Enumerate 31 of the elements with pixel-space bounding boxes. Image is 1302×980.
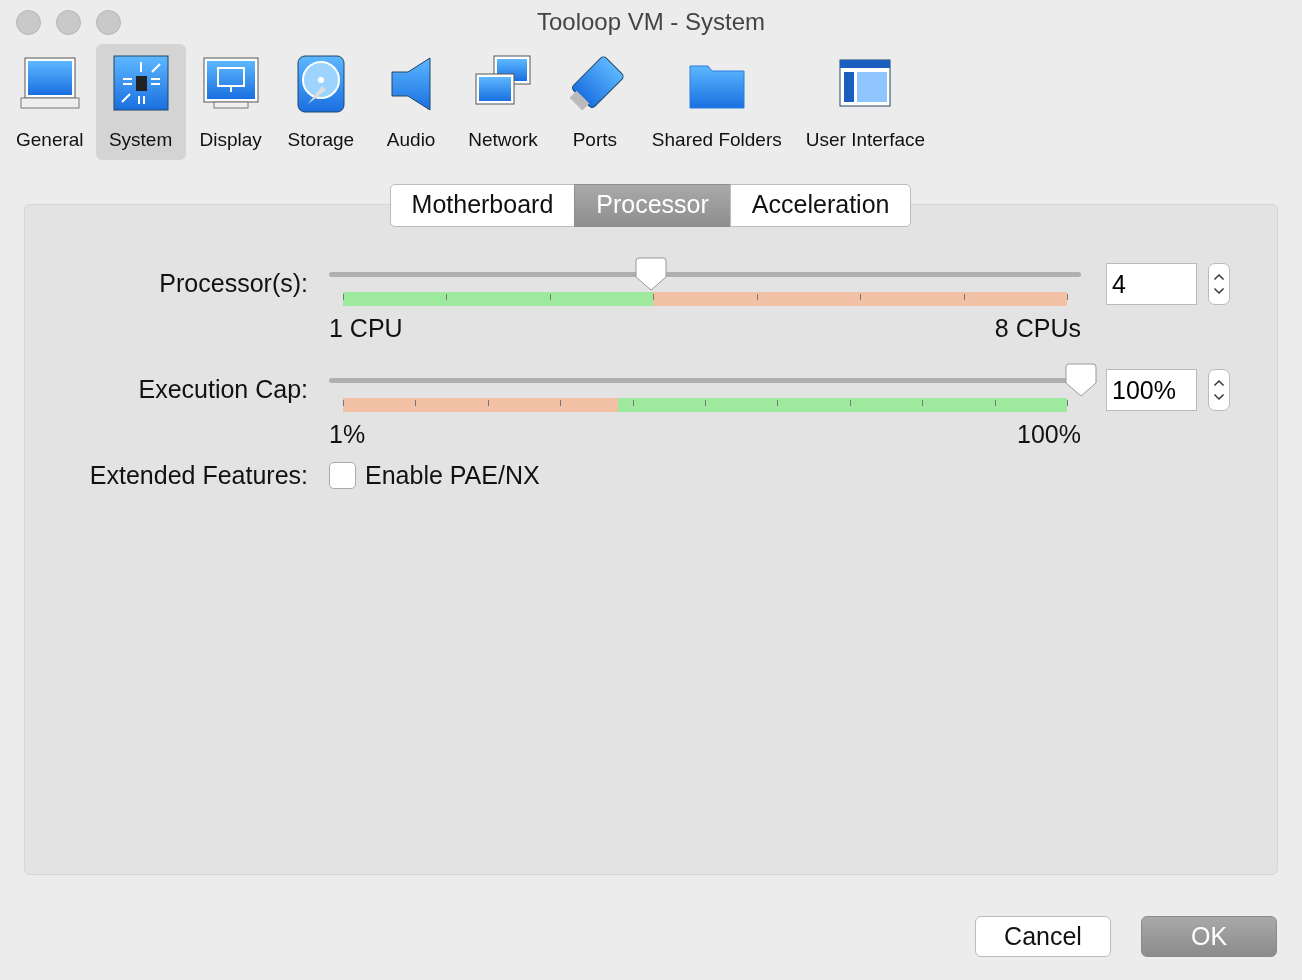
slider-thumb[interactable] xyxy=(635,257,668,291)
tab[interactable]: Acceleration xyxy=(729,184,912,227)
toolbar-button[interactable]: Storage xyxy=(275,44,367,160)
max-label: 8 CPUs xyxy=(994,313,1081,344)
tab[interactable]: Motherboard xyxy=(389,184,576,227)
toolbar-button[interactable]: System xyxy=(95,44,186,160)
slider-thumb[interactable] xyxy=(1065,363,1097,397)
field-label: Processor(s): xyxy=(158,268,308,299)
window-title: Tooloop VM - System xyxy=(536,7,766,37)
min-label: 1% xyxy=(329,419,366,450)
toolbar-button[interactable]: Audio xyxy=(366,44,457,160)
toolbar-button[interactable]: Network xyxy=(456,44,550,160)
close-button[interactable] xyxy=(16,10,41,35)
cancel-button[interactable]: Cancel xyxy=(975,916,1111,957)
value-field[interactable]: 4 xyxy=(1106,263,1197,305)
toolbar-button[interactable]: Shared Folders xyxy=(639,44,794,160)
field-label: Extended Features: xyxy=(88,460,308,491)
min-label: 1 CPU xyxy=(329,313,403,344)
field-label: Execution Cap: xyxy=(137,374,308,405)
toolbar-button[interactable]: General xyxy=(4,44,96,160)
checkbox[interactable] xyxy=(329,462,356,490)
stepper-control[interactable] xyxy=(1208,369,1230,411)
stepper-control[interactable] xyxy=(1208,263,1230,305)
value-field[interactable]: 100% xyxy=(1106,369,1197,411)
toolbar-button[interactable]: Display xyxy=(185,44,276,160)
zoom-button[interactable] xyxy=(96,10,121,35)
checkbox-label[interactable]: Enable PAE/NX xyxy=(365,457,540,495)
max-label: 100% xyxy=(1017,419,1081,450)
toolbar-button[interactable]: Ports xyxy=(549,44,640,160)
minimize-button[interactable] xyxy=(56,10,81,35)
toolbar-button[interactable]: User Interface xyxy=(793,44,938,160)
